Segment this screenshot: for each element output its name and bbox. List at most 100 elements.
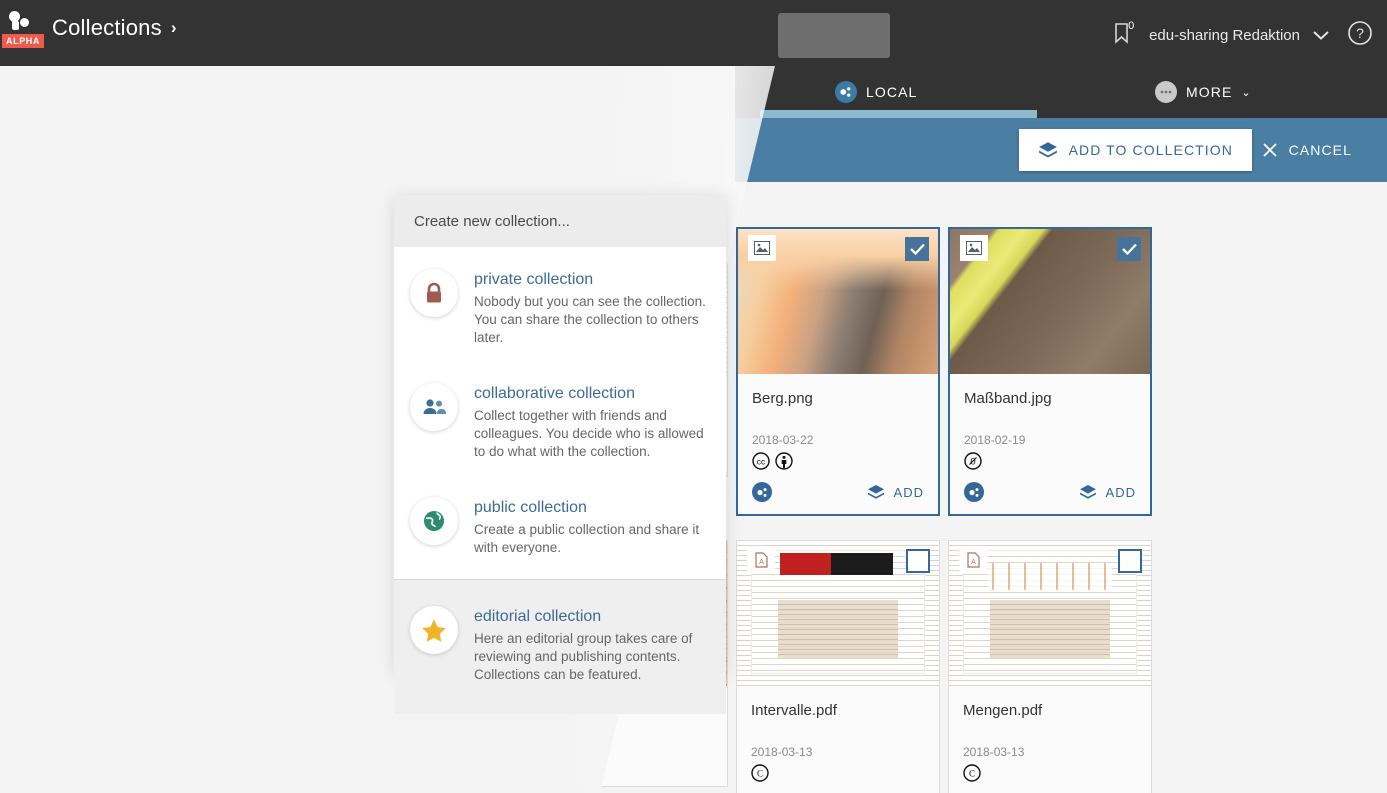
card-thumbnail: A [949,541,1151,686]
add-button-label: ADD [1105,484,1136,500]
star-icon [410,606,458,654]
tab-more[interactable]: MORE ⌄ [1155,66,1252,118]
top-bar: ALPHA Collections › 0 edu-sharing Redakt… [0,0,1387,66]
layers-icon [867,485,884,499]
add-to-collection-button[interactable]: ADD TO COLLECTION [1018,129,1252,171]
card-body: Maßband.jpg 2018-02-19 0 ADD [950,374,1150,514]
option-editorial-collection[interactable]: editorial collection Here an editorial g… [394,580,726,714]
card-title: Intervalle.pdf [751,702,837,719]
card-massband-jpg[interactable]: Maßband.jpg 2018-02-19 0 ADD [948,227,1152,516]
cc-zero-icon: 0 [964,451,982,475]
option-description: Create a public collection and share it … [474,522,700,555]
more-dots-icon [1155,81,1177,103]
option-description: Nobody but you can see the collection. Y… [474,294,706,345]
license-row: C [751,763,925,787]
cancel-label: CANCEL [1288,142,1352,158]
edu-sharing-logo-icon: ALPHA [2,8,44,48]
card-thumbnail: A [737,541,939,686]
card-title: Berg.png [752,390,813,407]
dialog-title: Create new collection... [394,195,726,247]
option-title: collaborative collection [474,385,635,402]
tab-local-label: LOCAL [866,84,918,100]
card-intervalle-pdf[interactable]: A Intervalle.pdf 2018-03-13 C [736,540,940,793]
card-thumbnail [950,229,1150,374]
cc-by-icon [775,451,793,475]
svg-text:C: C [969,768,975,778]
option-title: editorial collection [474,608,602,625]
help-icon[interactable]: ? [1347,20,1373,51]
card-title: Maßband.jpg [964,390,1052,407]
svg-text:cc: cc [757,456,766,466]
breadcrumb-chevron-icon: › [170,18,177,37]
user-menu[interactable]: 0 edu-sharing Redaktion ? [1113,20,1373,51]
svg-text:A: A [971,559,976,566]
card-body: Intervalle.pdf 2018-03-13 C [737,686,939,793]
alpha-badge: ALPHA [2,34,44,48]
svg-text:A: A [759,559,764,566]
people-icon [410,383,458,431]
cc-icon: cc [752,451,770,475]
chevron-down-icon[interactable] [1313,29,1329,43]
card-checkbox[interactable] [1117,237,1141,261]
cancel-button[interactable]: CANCEL [1262,129,1352,171]
active-tab-indicator [760,110,1037,118]
app-root: ADD Berg.png 2018-03-22 [0,0,1387,793]
brand-area[interactable]: ALPHA Collections › [0,8,176,48]
add-button[interactable]: ADD [1079,484,1136,500]
pdf-icon: A [959,547,987,573]
bookmark-icon[interactable]: 0 [1113,19,1143,50]
page-title: Collections [52,15,162,40]
card-date: 2018-03-13 [751,745,813,759]
option-public-collection[interactable]: public collection Create a public collec… [394,475,726,579]
license-row: C [963,763,1137,787]
create-collection-dialog: Create new collection... private collect… [394,195,726,714]
svg-text:?: ? [1356,25,1364,41]
option-title: private collection [474,271,594,288]
card-body: Berg.png 2018-03-22 cc ADD [738,374,938,514]
license-row: 0 [964,451,1136,475]
card-date: 2018-03-13 [963,745,1025,759]
search-input[interactable] [778,13,890,58]
layers-icon [1079,485,1096,499]
card-date: 2018-03-22 [752,433,814,447]
lock-icon [410,269,458,317]
card-footer: ADD [964,482,1136,502]
card-date: 2018-02-19 [964,433,1026,447]
option-text: collaborative collection Collect togethe… [474,383,710,461]
chevron-down-icon: ⌄ [1241,86,1252,99]
option-title: public collection [474,499,587,516]
card-checkbox[interactable] [906,549,930,573]
option-text: public collection Create a public collec… [474,497,710,557]
card-berg-png[interactable]: Berg.png 2018-03-22 cc ADD [736,227,940,516]
user-name-label: edu-sharing Redaktion [1149,27,1300,44]
card-footer: ADD [752,482,924,502]
add-button[interactable]: ADD [867,484,924,500]
collection-type-list: private collection Nobody but you can se… [394,247,726,714]
svg-text:C: C [757,768,763,778]
add-to-collection-label: ADD TO COLLECTION [1068,142,1233,158]
repository-icon [835,81,857,103]
option-text: editorial collection Here an editorial g… [474,606,710,684]
tab-more-label: MORE [1186,84,1233,100]
copyright-icon: C [963,763,981,787]
option-description: Here an editorial group takes care of re… [474,631,693,682]
image-icon [748,235,776,261]
layers-icon [1038,142,1057,158]
option-text: private collection Nobody but you can se… [474,269,710,347]
card-checkbox[interactable] [1118,549,1142,573]
card-thumbnail [738,229,938,374]
copyright-icon: C [751,763,769,787]
add-button-label: ADD [893,484,924,500]
option-description: Collect together with friends and collea… [474,408,704,459]
card-mengen-pdf[interactable]: A Mengen.pdf 2018-03-13 C [948,540,1152,793]
repository-icon [964,482,984,502]
repository-icon [752,482,772,502]
option-private-collection[interactable]: private collection Nobody but you can se… [394,247,726,361]
license-row: cc [752,451,924,475]
license-row [539,745,713,765]
globe-icon [410,497,458,545]
option-collaborative-collection[interactable]: collaborative collection Collect togethe… [394,361,726,475]
bookmark-count-badge: 0 [1128,19,1135,32]
card-checkbox[interactable] [905,237,929,261]
card-title: Mengen.pdf [963,702,1043,719]
